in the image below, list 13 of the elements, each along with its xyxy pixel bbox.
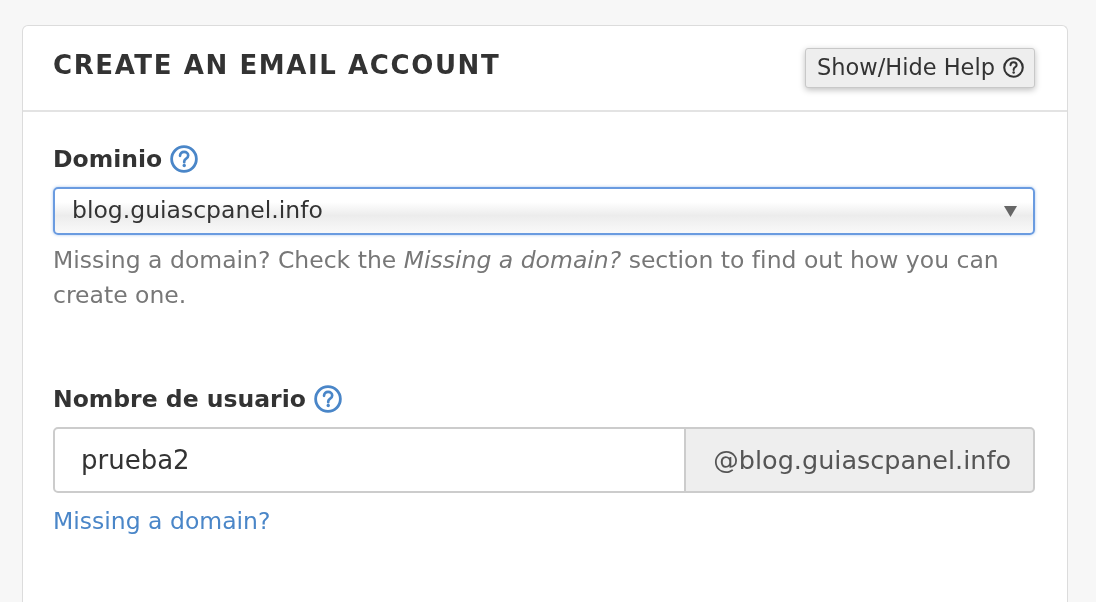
username-input[interactable]: prueba2 <box>53 427 685 493</box>
panel-title: CREATE AN EMAIL ACCOUNT <box>53 49 501 82</box>
help-icon <box>1003 57 1024 78</box>
domain-select[interactable]: blog.guiascpanel.info <box>53 187 1035 235</box>
caret-icon <box>1004 205 1017 217</box>
help-text: Missing a domain? Check the Missing a domain? section to find out how you can create one. <box>53 245 1000 311</box>
missing-domain-link[interactable]: Missing a domain? <box>53 505 271 537</box>
help-icon <box>313 385 342 413</box>
domain-suffix: @blog.guiascpanel.info <box>685 427 1035 493</box>
field-label: Nombre de usuario <box>53 384 306 415</box>
help-icon <box>170 145 199 173</box>
show-hide-help-button[interactable]: Show/Hide Help <box>804 48 1035 88</box>
field-label: Dominio <box>53 144 163 175</box>
